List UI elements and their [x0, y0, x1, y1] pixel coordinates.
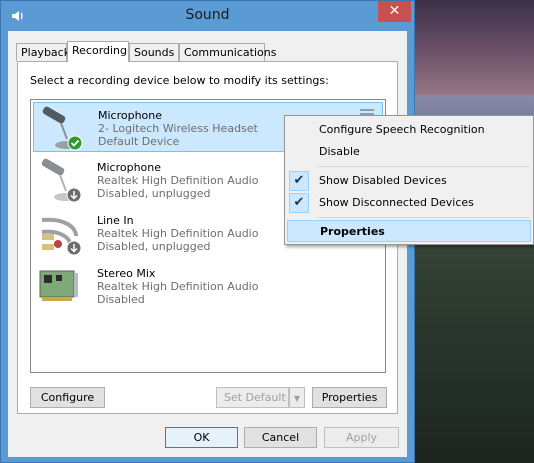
title-bar[interactable]: Sound ✕ [1, 1, 414, 31]
menu-item-label: Configure Speech Recognition [319, 123, 485, 136]
menu-item-properties[interactable]: Properties [287, 220, 531, 242]
device-status: Default Device [98, 135, 180, 148]
tab-sounds[interactable]: Sounds [129, 43, 179, 61]
menu-separator [317, 217, 529, 218]
desktop-sky [415, 0, 534, 100]
device-name: Line In [97, 214, 134, 227]
configure-button[interactable]: Configure [30, 387, 105, 408]
cancel-button[interactable]: Cancel [244, 427, 317, 448]
sound-card-icon [36, 263, 84, 311]
properties-button[interactable]: Properties [312, 387, 387, 408]
tab-communications[interactable]: Communications [179, 43, 276, 61]
menu-item-show-disabled[interactable]: ✔ Show Disabled Devices [287, 170, 531, 192]
device-name: Microphone [97, 161, 162, 174]
menu-item-label: Properties [320, 225, 385, 238]
window-title: Sound [185, 7, 230, 23]
device-status: Disabled, unplugged [97, 187, 211, 200]
menu-separator [317, 166, 529, 167]
device-driver: Realtek High Definition Audio [97, 174, 259, 187]
device-item-stereo-mix[interactable]: Stereo Mix Realtek High Definition Audio… [33, 261, 383, 311]
microphone-default-icon [37, 105, 85, 153]
menu-item-disable[interactable]: Disable [287, 141, 531, 163]
tab-recording[interactable]: Recording [67, 41, 129, 62]
device-name: Microphone [98, 109, 163, 122]
device-status: Disabled, unplugged [97, 240, 211, 253]
menu-item-label: Show Disconnected Devices [319, 196, 474, 209]
chevron-down-icon: ▼ [293, 394, 301, 403]
microphone-icon [36, 157, 84, 205]
device-name: Stereo Mix [97, 267, 156, 280]
menu-item-label: Show Disabled Devices [319, 174, 447, 187]
device-driver: Realtek High Definition Audio [97, 227, 259, 240]
close-button[interactable]: ✕ [378, 1, 411, 22]
set-default-dropdown-button[interactable]: ▼ [289, 387, 305, 408]
apply-button[interactable]: Apply [324, 427, 399, 448]
checkmark-icon: ✔ [289, 193, 309, 213]
menu-item-show-disconnected[interactable]: ✔ Show Disconnected Devices [287, 192, 531, 214]
context-menu: Configure Speech Recognition Disable ✔ S… [284, 115, 534, 245]
device-driver: Realtek High Definition Audio [97, 280, 259, 293]
tab-playback[interactable]: Playback [16, 43, 70, 61]
device-driver: 2- Logitech Wireless Headset [98, 122, 258, 135]
line-in-icon [36, 210, 84, 258]
set-default-button[interactable]: Set Default [216, 387, 289, 408]
instruction-text: Select a recording device below to modif… [30, 74, 329, 87]
ok-button[interactable]: OK [165, 427, 238, 448]
menu-item-configure-speech[interactable]: Configure Speech Recognition [287, 119, 531, 141]
menu-item-label: Disable [319, 145, 360, 158]
checkmark-icon: ✔ [289, 171, 309, 191]
device-status: Disabled [97, 293, 145, 306]
